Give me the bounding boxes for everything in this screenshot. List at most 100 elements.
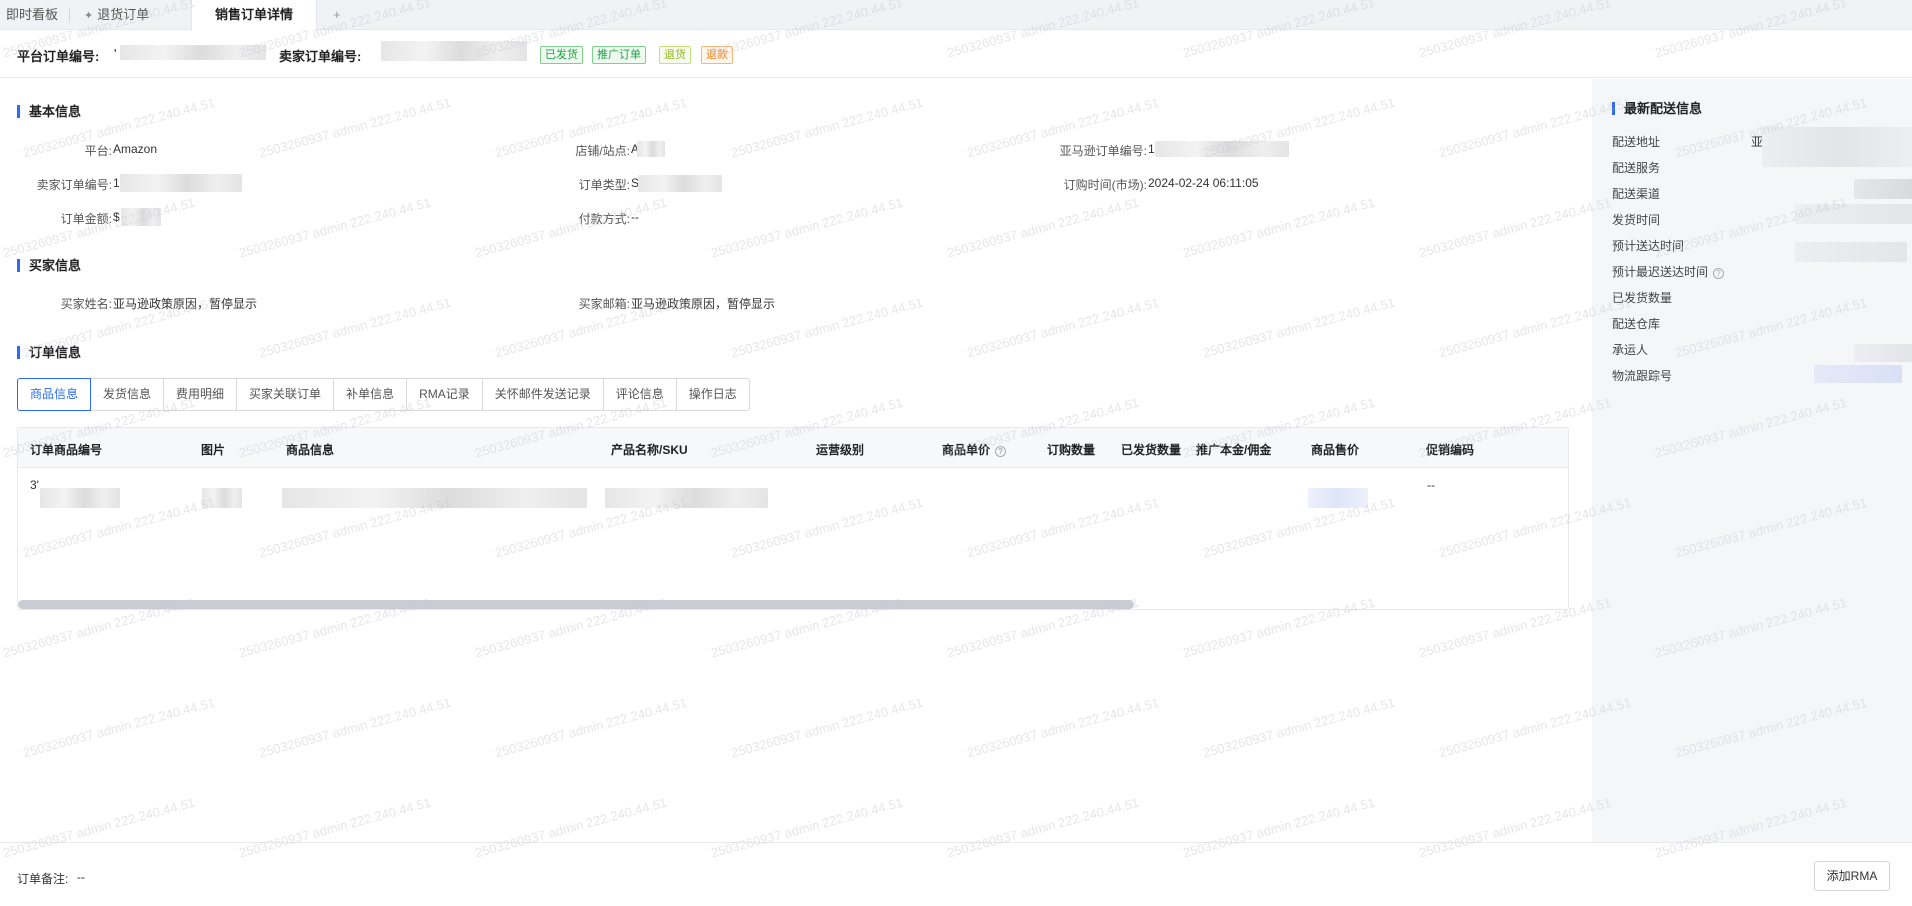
warehouse-label: 配送仓库 (1612, 317, 1661, 331)
footer-bar: 订单备注: -- 添加RMA (0, 842, 1912, 906)
plus-icon: + (333, 7, 341, 22)
buyer-name-label: 买家姓名: (60, 297, 112, 311)
buyer-email-label: 买家邮箱: (578, 297, 630, 311)
platform-value: Amazon (113, 142, 158, 156)
ship-time-label: 发货时间 (1612, 213, 1661, 227)
redacted-delivery-channel (1854, 179, 1912, 199)
col-sale-price: 商品售价 (1311, 443, 1360, 457)
basic-info-title: 基本信息 (17, 105, 81, 118)
order-remark-value: -- (77, 870, 85, 884)
subtab-review-info[interactable]: 评论信息 (604, 379, 677, 410)
subtab-shipping-info[interactable]: 发货信息 (91, 379, 165, 410)
order-info-tabs: 商品信息 发货信息 费用明细 买家关联订单 补单信息 RMA记录 关怀邮件发送记… (17, 378, 750, 411)
table-header: 订单商品编号 图片 商品信息 产品名称/SKU 运营级别 商品单价? 订购数量 … (18, 428, 1568, 468)
platform-order-no-value: ' (114, 46, 117, 61)
subtab-operation-log[interactable]: 操作日志 (677, 379, 749, 410)
col-order-qty: 订购数量 (1047, 443, 1096, 457)
amazon-order-no-label: 亚马逊订单编号: (1059, 144, 1147, 158)
col-product-name-sku: 产品名称/SKU (611, 443, 688, 457)
latest-delivery-label-text: 预计最迟送达时间 (1612, 265, 1709, 279)
delivery-service-label: 配送服务 (1612, 161, 1661, 175)
redacted-order-type (638, 175, 722, 192)
estimated-delivery-label: 预计送达时间 (1612, 239, 1685, 253)
amazon-order-no-value: 1 (1148, 142, 1155, 156)
tab-sales-order-detail[interactable]: 销售订单详情 (191, 0, 317, 31)
payment-method-value: -- (631, 210, 639, 224)
redacted-product-name-sku (605, 488, 768, 508)
tab-divider (69, 9, 71, 22)
col-operation-level: 运营级别 (816, 443, 865, 457)
delivery-title: 最新配送信息 (1612, 102, 1702, 115)
platform-order-no-label: 平台订单编号: (17, 49, 100, 64)
order-amount-label: 订单金额: (60, 212, 112, 226)
col-promo-commission: 推广本金/佣金 (1196, 443, 1272, 457)
redacted-carrier (1854, 344, 1912, 362)
tab-label: 销售订单详情 (214, 7, 293, 22)
status-badge-shipped: 已发货 (540, 46, 583, 64)
delivery-panel: 最新配送信息 配送地址 亚 配送服务 配送渠道 发货时间 预计送达时间 预计最迟… (1592, 79, 1912, 842)
redacted-tracking-no[interactable] (1814, 365, 1902, 383)
subtab-product-info[interactable]: 商品信息 (17, 378, 92, 411)
col-item-no: 订单商品编号 (30, 443, 103, 457)
status-badge-return: 退货 (659, 46, 691, 64)
tracking-no-label: 物流跟踪号 (1612, 369, 1673, 383)
subtab-fee-details[interactable]: 费用明细 (164, 379, 238, 410)
tab-bar: 即时看板 ✦ 退货订单 销售订单详情 + (0, 0, 1912, 31)
col-promo-code: 促销编码 (1426, 443, 1475, 457)
redacted-seller-order-no-2 (120, 174, 242, 192)
redacted-delivery-address (1762, 127, 1912, 167)
latest-delivery-label: 预计最迟送达时间? (1612, 263, 1725, 280)
col-product-info: 商品信息 (286, 443, 335, 457)
tab-dashboard[interactable]: 即时看板 (6, 0, 71, 30)
redacted-platform-order-no (120, 45, 266, 60)
redacted-item-no (40, 488, 120, 508)
redacted-order-amount (121, 208, 161, 226)
buyer-info-title: 买家信息 (17, 259, 81, 272)
question-icon[interactable]: ? (995, 446, 1007, 457)
platform-label: 平台: (84, 144, 112, 158)
horizontal-scrollbar[interactable] (18, 600, 1134, 609)
order-items-table: 订单商品编号 图片 商品信息 产品名称/SKU 运营级别 商品单价? 订购数量 … (17, 427, 1569, 610)
redacted-estimated-delivery (1795, 242, 1907, 262)
order-remark-label: 订单备注: (17, 872, 69, 886)
carrier-label: 承运人 (1612, 343, 1649, 357)
subtab-buyer-related-orders[interactable]: 买家关联订单 (237, 379, 335, 410)
tab-return-orders[interactable]: ✦ 退货订单 (84, 0, 149, 30)
redacted-ship-time (1795, 204, 1912, 224)
status-badge-refund: 退款 (701, 46, 733, 64)
purchase-time-value: 2024-02-24 06:11:05 (1148, 176, 1259, 190)
seller-order-no-value: 1 (113, 176, 120, 190)
buyer-name-value: 亚马逊政策原因，暂停显示 (113, 297, 258, 311)
product-image[interactable] (202, 488, 242, 508)
tab-label: 即时看板 (6, 7, 59, 22)
pin-icon: ✦ (84, 10, 94, 22)
col-image: 图片 (201, 443, 226, 457)
order-header: 平台订单编号: ' 卖家订单编号: (0, 30, 1912, 78)
redacted-store (637, 141, 665, 157)
col-unit-price: 商品单价? (942, 441, 1007, 458)
seller-order-no-label: 卖家订单编号: (279, 49, 362, 64)
promo-code-cell: -- (1427, 478, 1435, 492)
seller-order-no-label: 卖家订单编号: (36, 178, 112, 192)
col-unit-price-label: 商品单价 (942, 443, 991, 457)
subtab-care-email-records[interactable]: 关怀邮件发送记录 (483, 379, 604, 410)
store-label: 店铺/站点: (575, 144, 630, 158)
add-tab-button[interactable]: + (333, 0, 341, 30)
order-type-label: 订单类型: (578, 178, 630, 192)
payment-method-label: 付款方式: (578, 212, 630, 226)
buyer-email-value: 亚马逊政策原因，暂停显示 (631, 297, 776, 311)
add-rma-button[interactable]: 添加RMA (1814, 861, 1890, 891)
purchase-time-label: 订购时间(市场): (1063, 178, 1147, 192)
delivery-channel-label: 配送渠道 (1612, 187, 1661, 201)
shipped-qty-label: 已发货数量 (1612, 291, 1673, 305)
subtab-rma-records[interactable]: RMA记录 (407, 379, 483, 410)
order-amount-value: $ (113, 210, 120, 224)
redacted-amazon-order-no (1155, 141, 1289, 157)
subtab-resupply-info[interactable]: 补单信息 (334, 379, 408, 410)
redacted-sale-price (1308, 488, 1368, 508)
order-info-title: 订单信息 (17, 346, 81, 359)
question-icon[interactable]: ? (1713, 268, 1725, 279)
status-badge-promo: 推广订单 (592, 46, 646, 64)
redacted-seller-order-no (381, 41, 527, 61)
tab-label: 退货订单 (97, 7, 150, 22)
